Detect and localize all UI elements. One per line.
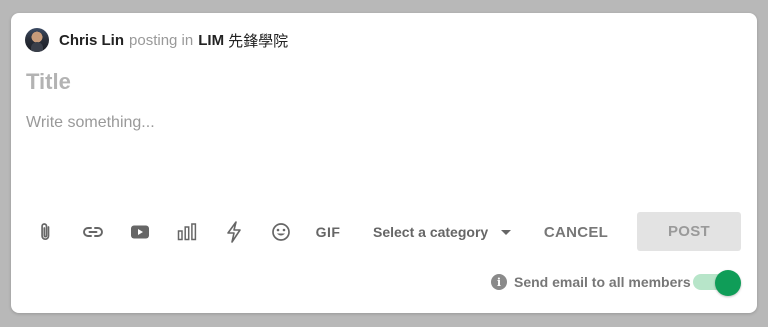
category-select[interactable]: Select a category bbox=[373, 219, 512, 245]
posting-in-text: posting in bbox=[129, 31, 194, 49]
lightning-icon bbox=[226, 221, 242, 243]
author-name[interactable]: Chris Lin bbox=[59, 32, 124, 49]
link-button[interactable] bbox=[78, 217, 108, 247]
body-textarea[interactable] bbox=[26, 114, 726, 194]
post-button[interactable]: POST bbox=[637, 212, 741, 251]
cancel-button[interactable]: CANCEL bbox=[531, 214, 621, 250]
emoji-button[interactable] bbox=[266, 217, 296, 247]
info-icon: i bbox=[491, 274, 507, 290]
attachment-icon bbox=[37, 222, 55, 242]
send-email-toggle[interactable] bbox=[693, 270, 741, 296]
youtube-button[interactable] bbox=[125, 217, 155, 247]
chevron-down-icon bbox=[501, 229, 512, 235]
avatar bbox=[25, 28, 49, 52]
group-name-cjk[interactable]: 先鋒學院 bbox=[228, 30, 288, 51]
gif-icon: GIF bbox=[315, 224, 341, 240]
lightning-button[interactable] bbox=[219, 217, 249, 247]
send-email-row: i Send email to all members bbox=[491, 270, 691, 294]
toggle-knob bbox=[715, 270, 741, 296]
youtube-icon bbox=[130, 224, 150, 240]
poll-button[interactable] bbox=[172, 217, 202, 247]
poll-icon bbox=[177, 223, 197, 241]
send-email-label: Send email to all members bbox=[514, 274, 691, 290]
emoji-icon bbox=[271, 222, 291, 242]
group-name[interactable]: LIM bbox=[198, 32, 224, 49]
composer-toolbar: GIF bbox=[31, 216, 360, 248]
composer-header: Chris Lin posting in LIM 先鋒學院 bbox=[25, 27, 288, 53]
link-icon bbox=[83, 226, 103, 238]
post-composer-card: Chris Lin posting in LIM 先鋒學院 Title Writ… bbox=[11, 13, 757, 313]
attachment-button[interactable] bbox=[31, 217, 61, 247]
title-input[interactable] bbox=[26, 69, 726, 95]
category-select-label: Select a category bbox=[373, 224, 489, 240]
gif-button[interactable]: GIF bbox=[313, 217, 343, 247]
